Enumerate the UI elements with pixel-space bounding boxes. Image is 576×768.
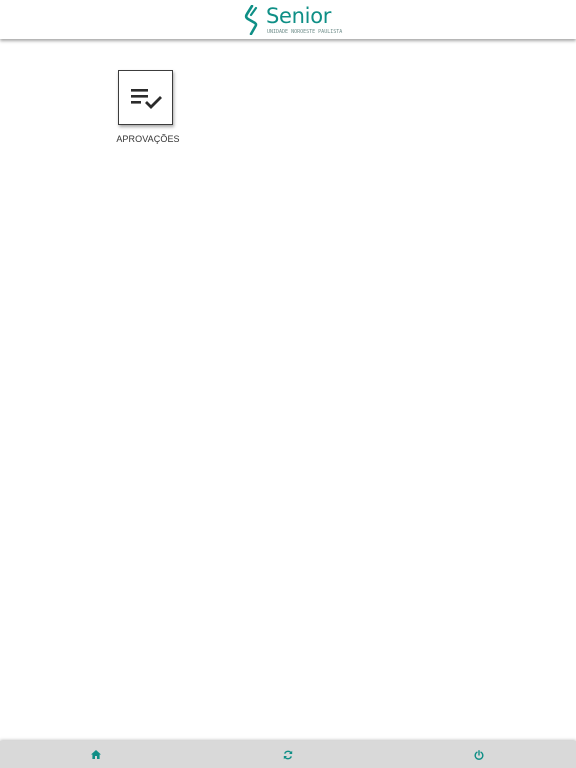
header-bar: Senior UNIDADE NOROESTE PAULISTA bbox=[0, 0, 576, 39]
refresh-button[interactable] bbox=[268, 741, 308, 768]
aprovacoes-app-label[interactable]: APROVAÇÕES bbox=[108, 134, 188, 144]
home-icon bbox=[91, 750, 101, 759]
playlist-check-icon bbox=[131, 89, 162, 109]
app-screen: Senior UNIDADE NOROESTE PAULISTA APROVAÇ… bbox=[0, 0, 576, 768]
power-icon bbox=[474, 749, 484, 760]
logo-text: Senior bbox=[266, 4, 332, 28]
power-button[interactable] bbox=[459, 741, 499, 768]
senior-logo: Senior UNIDADE NOROESTE PAULISTA bbox=[244, 4, 342, 37]
bottom-toolbar bbox=[0, 741, 576, 768]
home-button[interactable] bbox=[76, 741, 116, 768]
aprovacoes-app-tile[interactable] bbox=[118, 70, 173, 125]
senior-logo-mark-icon bbox=[244, 5, 258, 35]
logo-subtitle: UNIDADE NOROESTE PAULISTA bbox=[267, 29, 343, 35]
refresh-icon bbox=[283, 750, 293, 759]
